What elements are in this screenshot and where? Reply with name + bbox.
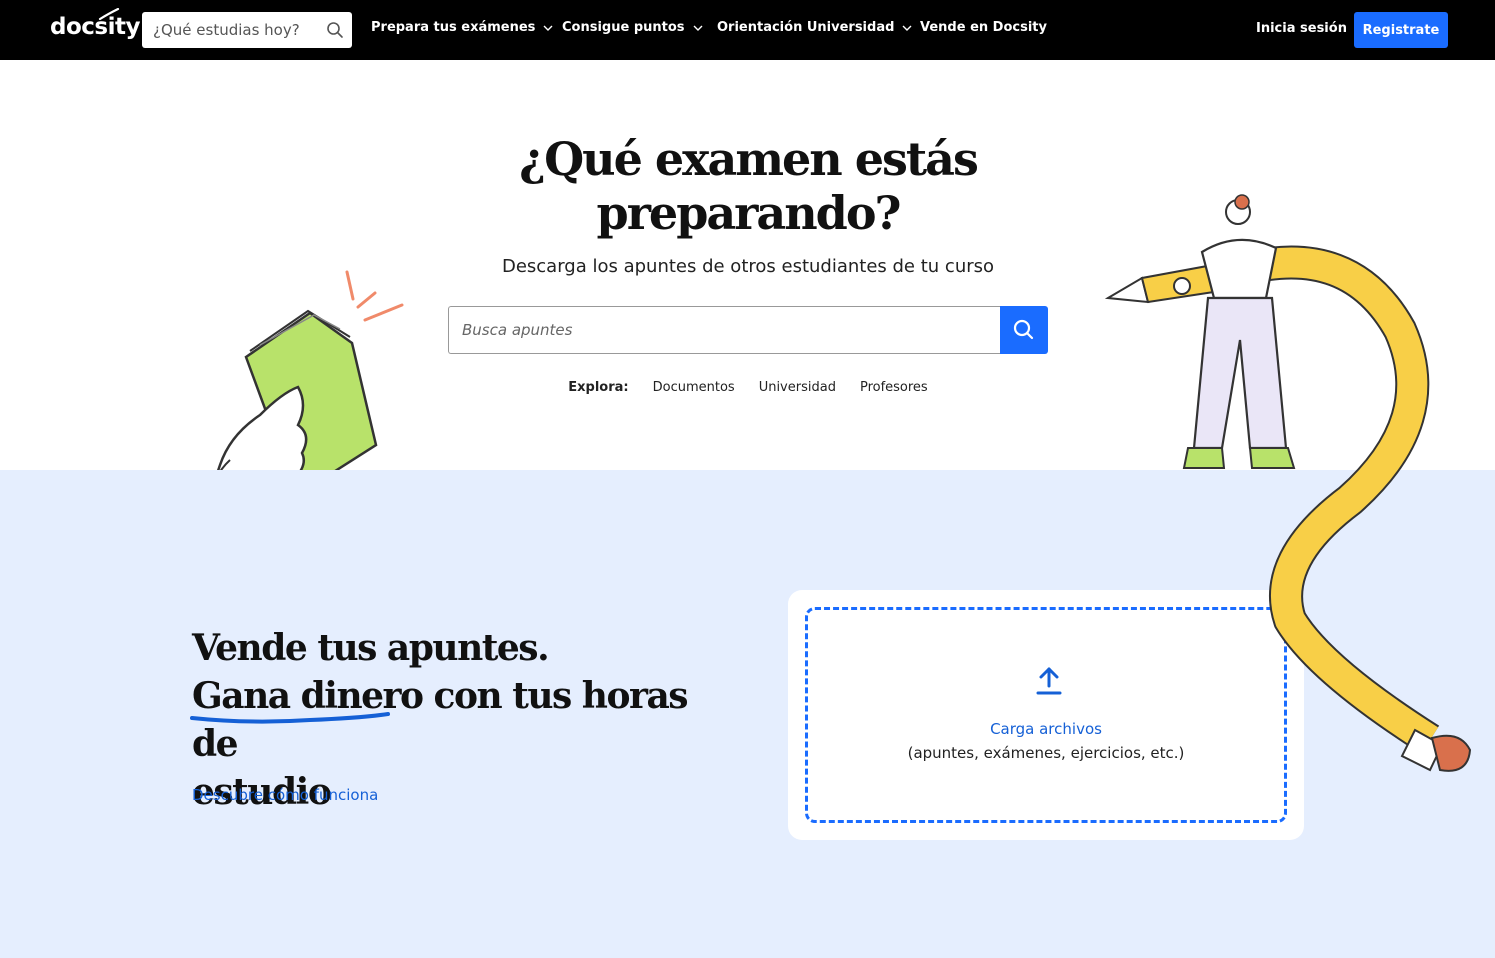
nav-vende-docsity[interactable]: Vende en Docsity (920, 20, 1047, 35)
nav-prepara-examenes[interactable]: Prepara tus exámenes (371, 20, 553, 35)
nav-item-label: Prepara tus exámenes (371, 20, 536, 35)
docsity-logo[interactable]: docsity (50, 14, 140, 40)
explore-link-profesores[interactable]: Profesores (860, 380, 928, 395)
explore-link-universidad[interactable]: Universidad (759, 380, 836, 395)
nav-search-box (142, 12, 352, 48)
top-navigation: docsity Prepara tus exámenes Consigue pu… (0, 0, 1495, 60)
hero-title-line1: ¿Qué examen estás (519, 132, 979, 186)
nav-item-label: Orientación Universidad (717, 20, 895, 35)
upload-icon (1036, 667, 1062, 695)
sell-title-line1: Vende tus apuntes. (192, 627, 550, 669)
chevron-down-icon (543, 25, 553, 31)
explore-label: Explora: (568, 380, 629, 395)
nav-item-label: Vende en Docsity (920, 20, 1047, 35)
hero-title: ¿Qué examen estás preparando? (448, 132, 1048, 240)
chevron-down-icon (902, 25, 912, 31)
search-icon[interactable] (326, 21, 344, 39)
logo-swoosh-icon (98, 8, 120, 20)
hero-search-button[interactable] (1000, 306, 1048, 354)
nav-consigue-puntos[interactable]: Consigue puntos (562, 20, 703, 35)
explore-link-documentos[interactable]: Documentos (653, 380, 735, 395)
register-button[interactable]: Registrate (1354, 12, 1448, 48)
nav-orientacion-universidad[interactable]: Orientación Universidad (717, 20, 912, 35)
nav-search-input[interactable] (142, 12, 322, 48)
student-pencil-illustration (1104, 194, 1472, 772)
discover-how-link[interactable]: Descubre cómo funciona (192, 786, 378, 804)
highlight-underline (190, 712, 390, 724)
search-icon (1013, 319, 1034, 340)
chevron-down-icon (693, 25, 703, 31)
hero-search-input[interactable] (448, 306, 1001, 354)
hero-subtitle: Descarga los apuntes de otros estudiante… (501, 256, 995, 277)
hero-search-box (448, 306, 1048, 354)
hero-title-line2: preparando? (596, 186, 902, 240)
login-link[interactable]: Inicia sesión (1256, 21, 1347, 36)
nav-item-label: Consigue puntos (562, 20, 685, 35)
explore-links: Explora: Documentos Universidad Profesor… (448, 380, 1048, 395)
